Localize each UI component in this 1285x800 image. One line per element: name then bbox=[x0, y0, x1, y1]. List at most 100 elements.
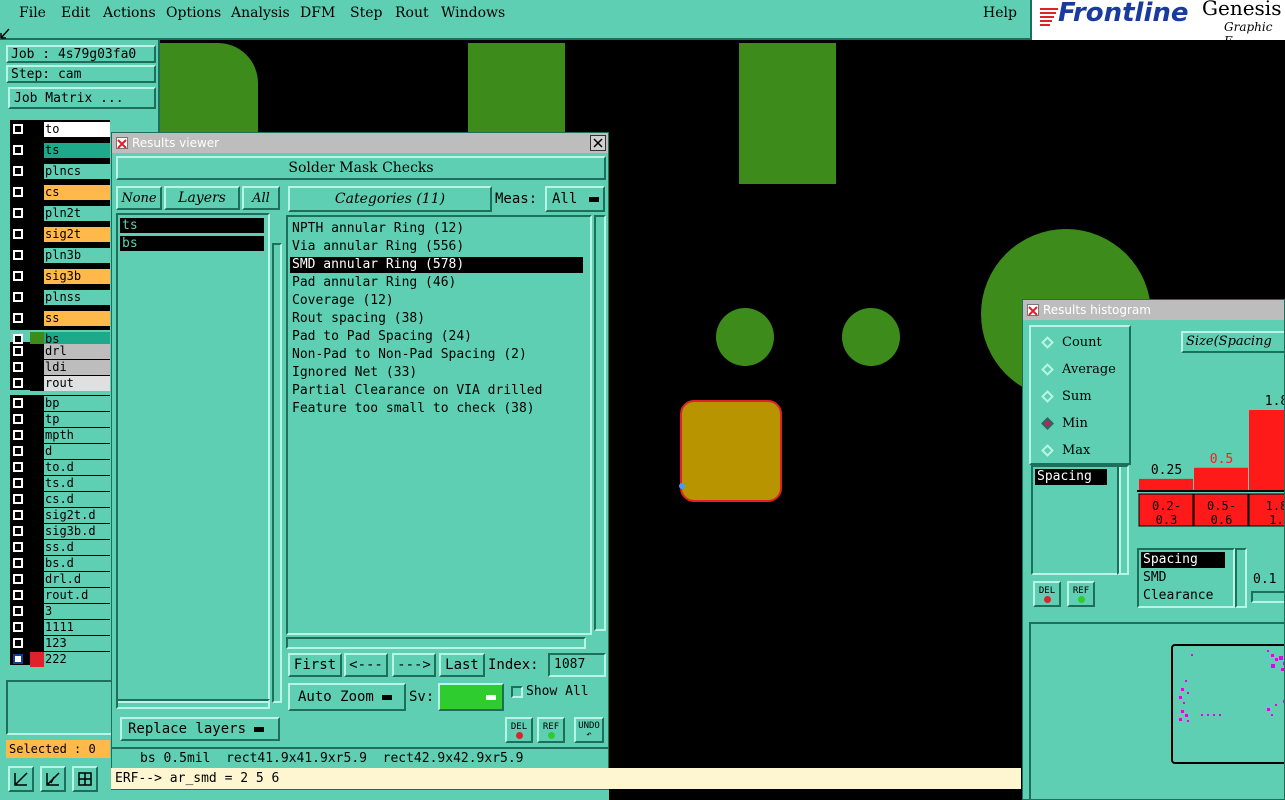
ref-button[interactable]: REF bbox=[537, 717, 565, 743]
last-button[interactable]: Last bbox=[439, 653, 485, 677]
layer-row[interactable]: drl.d bbox=[10, 572, 110, 587]
layer-visibility-checkbox[interactable] bbox=[13, 606, 23, 616]
histogram-del-button[interactable]: DEL bbox=[1033, 581, 1061, 607]
layer-row[interactable]: rout bbox=[10, 376, 110, 391]
layer-visibility-checkbox[interactable] bbox=[13, 654, 23, 664]
layer-visibility-checkbox[interactable] bbox=[13, 250, 23, 260]
menu-file[interactable]: File bbox=[19, 5, 46, 21]
prev-button[interactable]: <--- bbox=[344, 653, 388, 677]
layer-row[interactable]: 123 bbox=[10, 636, 110, 651]
layer-visibility-checkbox[interactable] bbox=[13, 292, 23, 302]
layer-visibility-checkbox[interactable] bbox=[13, 124, 23, 134]
category-item[interactable]: Partial Clearance on VIA drilled bbox=[290, 383, 583, 399]
category-item[interactable]: Ignored Net (33) bbox=[290, 365, 583, 381]
layer-row[interactable]: to.d bbox=[10, 460, 110, 475]
category-item[interactable]: Coverage (12) bbox=[290, 293, 583, 309]
window-menu-icon[interactable] bbox=[116, 137, 128, 149]
layer-row[interactable]: ss bbox=[10, 311, 110, 326]
category-list-scrollbar[interactable] bbox=[594, 215, 606, 631]
layer-visibility-checkbox[interactable] bbox=[13, 574, 23, 584]
histogram-list-2[interactable]: Spacing SMD Clearance bbox=[1137, 548, 1235, 608]
layer-row[interactable]: cs bbox=[10, 185, 110, 200]
histogram-slider[interactable] bbox=[1251, 591, 1284, 603]
layer-row[interactable]: rout.d bbox=[10, 588, 110, 603]
command-line[interactable]: ERF--> ar_smd = 2 5 6 bbox=[111, 768, 1021, 789]
layer-list-hscrollbar[interactable] bbox=[116, 699, 270, 709]
category-list[interactable]: NPTH annular Ring (12) Via annular Ring (… bbox=[286, 215, 592, 635]
layer-row[interactable]: bs.d bbox=[10, 556, 110, 571]
layer-visibility-checkbox[interactable] bbox=[13, 229, 23, 239]
layer-row[interactable]: sig3b bbox=[10, 269, 110, 284]
menu-analysis[interactable]: Analysis bbox=[231, 5, 290, 21]
next-button[interactable]: ---> bbox=[392, 653, 436, 677]
none-button[interactable]: None bbox=[116, 186, 162, 210]
layer-row[interactable]: 3 bbox=[10, 604, 110, 619]
layer-visibility-checkbox[interactable] bbox=[13, 478, 23, 488]
layer-row[interactable]: to bbox=[10, 122, 110, 137]
show-all-checkbox[interactable] bbox=[511, 686, 523, 698]
layer-visibility-checkbox[interactable] bbox=[13, 446, 23, 456]
layer-row[interactable]: 222 bbox=[10, 652, 110, 667]
histogram-titlebar[interactable]: Results histogram bbox=[1023, 300, 1284, 320]
mode-radio-count[interactable]: Count bbox=[1041, 335, 1102, 350]
layer-visibility-checkbox[interactable] bbox=[13, 271, 23, 281]
layer-visibility-checkbox[interactable] bbox=[13, 166, 23, 176]
layer-visibility-checkbox[interactable] bbox=[13, 542, 23, 552]
meas-dropdown[interactable]: All bbox=[545, 186, 605, 212]
category-item[interactable]: Via annular Ring (556) bbox=[290, 239, 583, 255]
category-item[interactable]: Rout spacing (38) bbox=[290, 311, 583, 327]
layer-row[interactable]: bp bbox=[10, 396, 110, 411]
layer-list-item[interactable]: bs bbox=[120, 236, 264, 251]
layer-visibility-checkbox[interactable] bbox=[13, 414, 23, 424]
layer-row[interactable]: cs.d bbox=[10, 492, 110, 507]
mode-radio-sum[interactable]: Sum bbox=[1041, 389, 1092, 404]
layer-row[interactable]: 1111 bbox=[10, 620, 110, 635]
layer-row[interactable]: d bbox=[10, 444, 110, 459]
category-item[interactable]: NPTH annular Ring (12) bbox=[290, 221, 583, 237]
histogram-list-1[interactable]: Spacing bbox=[1031, 465, 1121, 575]
layer-row[interactable]: ts bbox=[10, 143, 110, 158]
layer-visibility-checkbox[interactable] bbox=[13, 346, 23, 356]
layer-visibility-checkbox[interactable] bbox=[13, 494, 23, 504]
layer-row[interactable]: pln2t bbox=[10, 206, 110, 221]
results-viewer-titlebar[interactable]: Results viewer bbox=[112, 133, 608, 153]
layer-row[interactable]: plncs bbox=[10, 164, 110, 179]
measure-icon[interactable] bbox=[40, 766, 66, 792]
histogram-list-item[interactable]: SMD bbox=[1141, 570, 1166, 586]
window-menu-icon[interactable] bbox=[1027, 304, 1039, 316]
del-button[interactable]: DEL bbox=[505, 717, 533, 743]
menu-actions[interactable]: Actions bbox=[103, 5, 156, 21]
layer-visibility-checkbox[interactable] bbox=[13, 462, 23, 472]
replace-layers-dropdown[interactable]: Replace layers bbox=[120, 717, 280, 741]
index-input[interactable]: 1087 bbox=[548, 653, 606, 677]
menu-windows[interactable]: Windows bbox=[441, 5, 505, 21]
layer-row[interactable]: plnss bbox=[10, 290, 110, 305]
layer-visibility-checkbox[interactable] bbox=[13, 510, 23, 520]
layer-row[interactable]: sig2t.d bbox=[10, 508, 110, 523]
histogram-list-item[interactable]: Spacing bbox=[1141, 552, 1225, 568]
menu-help[interactable]: Help bbox=[983, 5, 1017, 21]
layer-visibility-checkbox[interactable] bbox=[13, 430, 23, 440]
mode-radio-average[interactable]: Average bbox=[1041, 362, 1116, 377]
layer-visibility-checkbox[interactable] bbox=[13, 362, 23, 372]
histogram-ref-button[interactable]: REF bbox=[1067, 581, 1095, 607]
layer-row[interactable]: mpth bbox=[10, 428, 110, 443]
menu-edit[interactable]: Edit bbox=[61, 5, 90, 21]
layer-row[interactable]: tp bbox=[10, 412, 110, 427]
grid-icon[interactable] bbox=[72, 766, 98, 792]
layer-row[interactable]: drl bbox=[10, 344, 110, 359]
category-item[interactable]: Non-Pad to Non-Pad Spacing (2) bbox=[290, 347, 583, 363]
layer-visibility-checkbox[interactable] bbox=[13, 398, 23, 408]
layer-row[interactable]: ldi bbox=[10, 360, 110, 375]
layer-visibility-checkbox[interactable] bbox=[13, 622, 23, 632]
layers-button[interactable]: Layers bbox=[164, 186, 240, 210]
all-button[interactable]: All bbox=[242, 186, 280, 210]
layer-row[interactable]: ts.d bbox=[10, 476, 110, 491]
layer-row[interactable]: sig2t bbox=[10, 227, 110, 242]
auto-zoom-dropdown[interactable]: Auto Zoom bbox=[288, 683, 406, 711]
menu-dfm[interactable]: DFM bbox=[300, 5, 335, 21]
size-spacing-label[interactable]: Size(Spacing bbox=[1181, 331, 1284, 353]
histogram-list-scrollbar[interactable] bbox=[1117, 465, 1129, 575]
highlighted-smd-pad[interactable] bbox=[680, 400, 782, 502]
category-item[interactable]: Pad annular Ring (46) bbox=[290, 275, 583, 291]
